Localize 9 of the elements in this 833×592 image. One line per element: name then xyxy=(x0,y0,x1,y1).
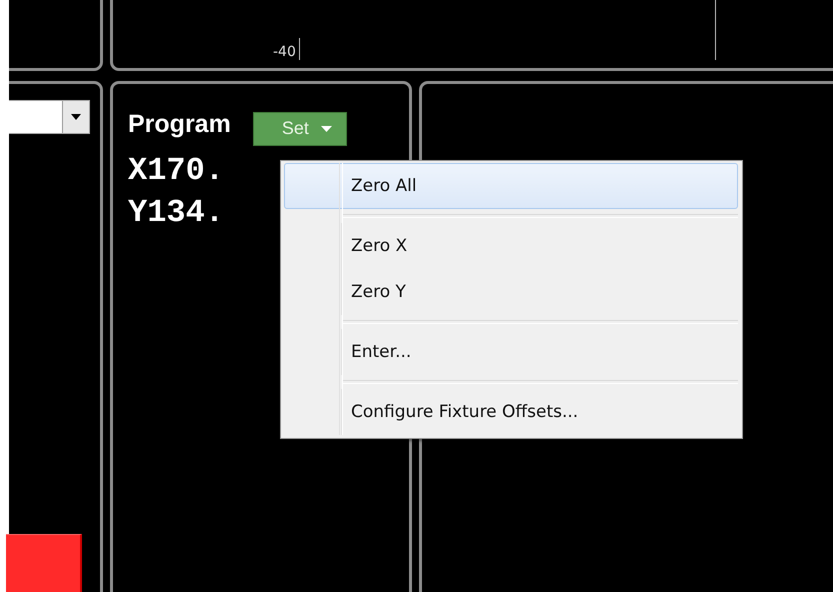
panel-title: Program xyxy=(128,110,231,138)
scale-label: -40 xyxy=(273,44,297,60)
action-button[interactable] xyxy=(6,534,82,592)
dropdown-field[interactable] xyxy=(9,100,90,134)
coordinate-readout: X170. xyxy=(128,151,224,191)
menu-item[interactable]: Zero All xyxy=(284,163,738,209)
caret-icon xyxy=(320,126,332,132)
caret-icon xyxy=(71,114,81,120)
coordinate-readout: Y134. xyxy=(128,193,224,233)
